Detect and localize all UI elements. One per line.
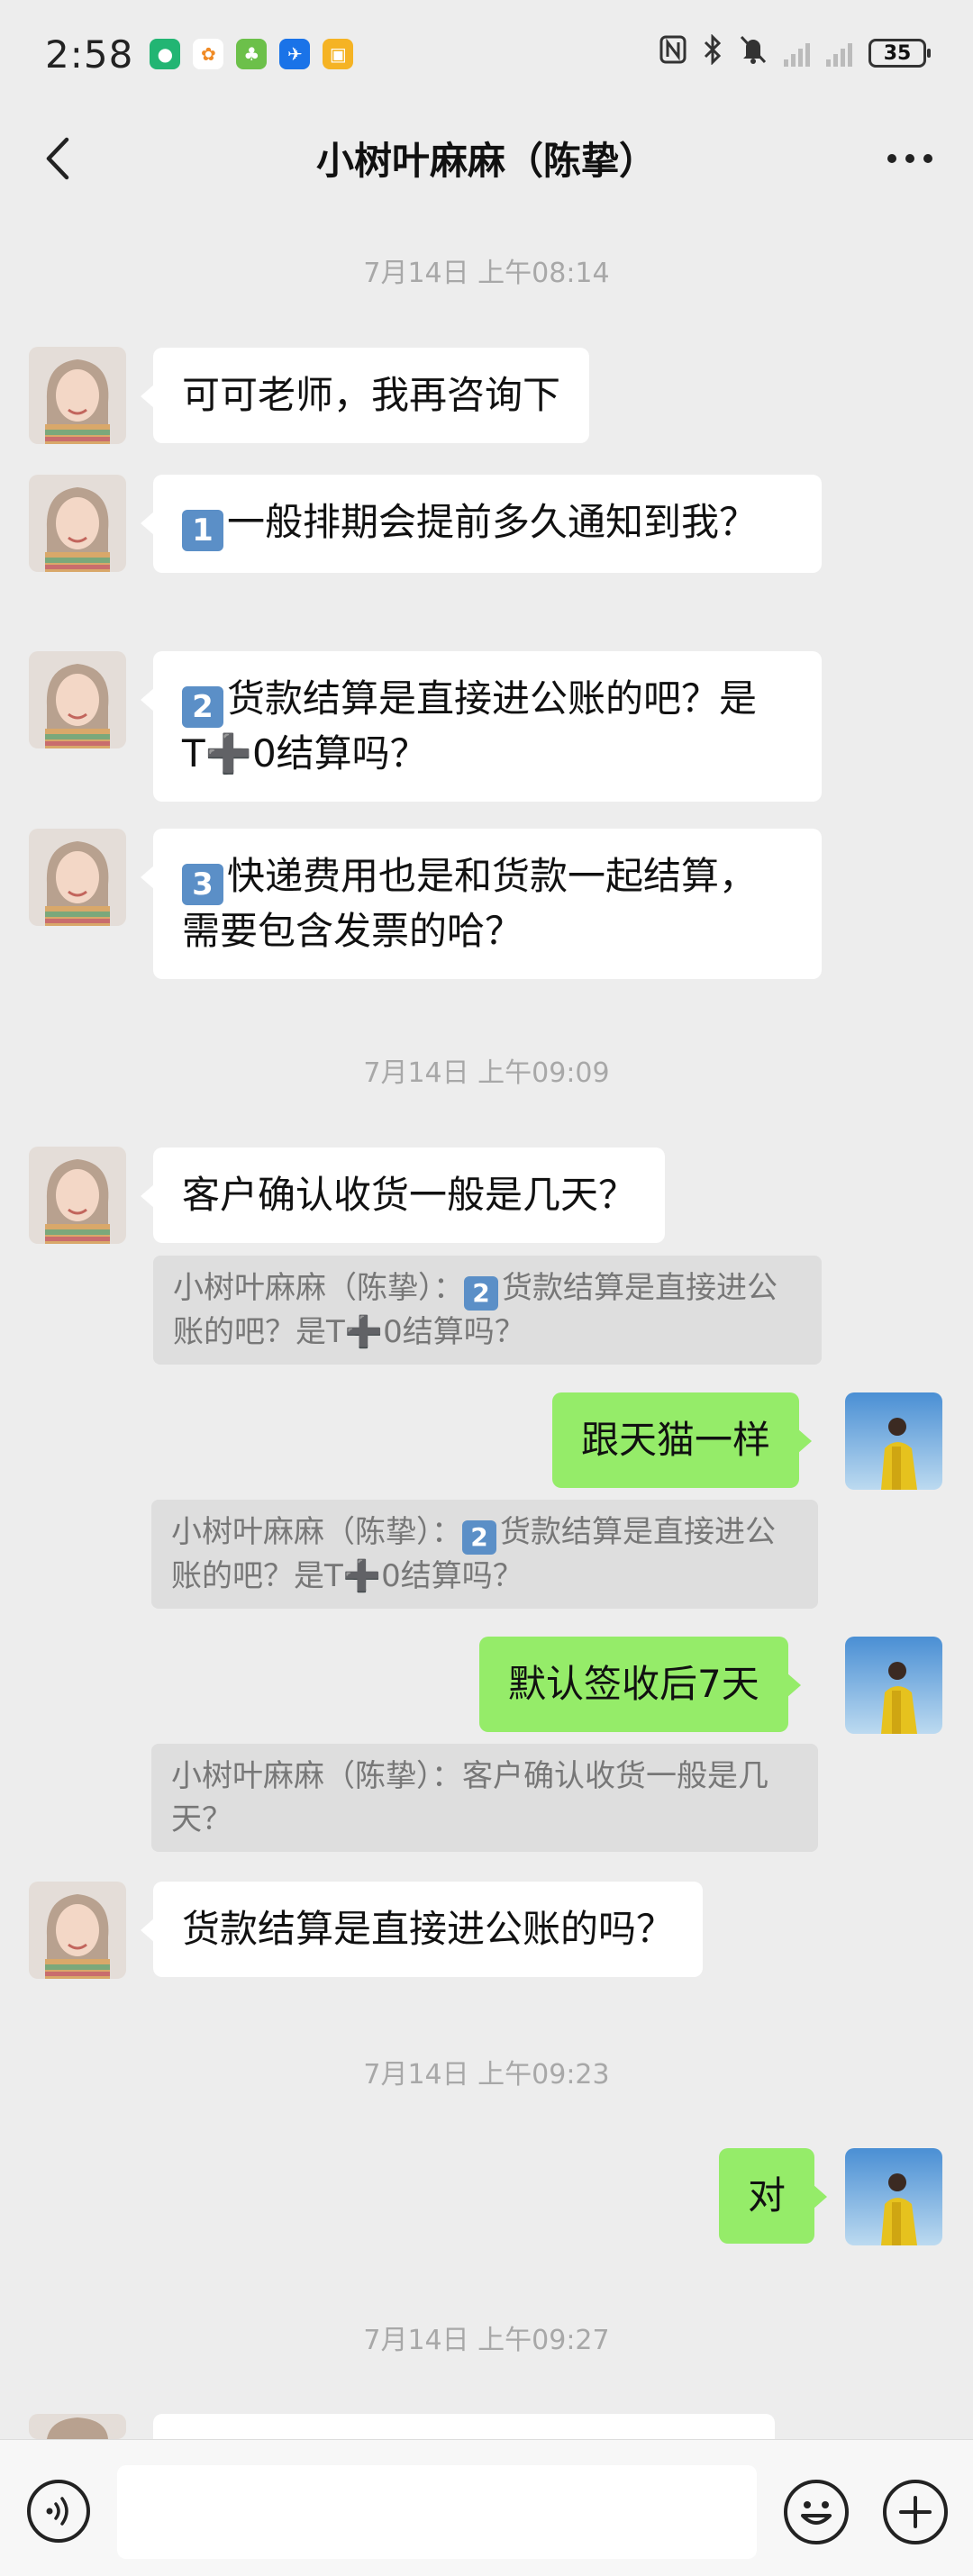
quote-sender: 小树叶麻麻（陈挚）： [171, 1514, 462, 1550]
quoted-message[interactable]: 小树叶麻麻（陈挚）： 2 货款结算是直接进公账的吧？是T➕0结算吗？ [153, 1256, 822, 1365]
system-status: 35 [659, 33, 931, 72]
message-timestamp: 7月14日 上午08:14 [363, 258, 610, 289]
my-avatar[interactable] [845, 1392, 942, 1490]
nfc-icon [659, 35, 687, 71]
quoted-message[interactable]: 小树叶麻麻（陈挚）： 2 货款结算是直接进公账的吧？是T➕0结算吗？ [151, 1500, 818, 1609]
back-button[interactable] [32, 133, 83, 184]
message-text: 货款结算是直接进公账的吗？ [182, 1907, 675, 1951]
chat-header: 小树叶麻麻（陈挚） [0, 108, 973, 207]
message-input[interactable] [117, 2465, 757, 2559]
avatar[interactable] [29, 475, 126, 572]
message-text: 对 [748, 2173, 787, 2218]
signal-icon-2 [826, 40, 852, 67]
message-text: 货款结算是直接进公账的吧？是T➕0结算吗？ [182, 676, 758, 776]
lifestyle-app-icon: ♣ [236, 39, 268, 69]
avatar[interactable] [29, 2414, 126, 2439]
emoji-icon [801, 2501, 832, 2525]
avatar[interactable] [29, 347, 126, 444]
avatar[interactable] [29, 1882, 126, 1979]
message-bubble[interactable]: 可可老师，我再咨询下 [140, 348, 590, 443]
status-time: 2:58 [45, 32, 134, 77]
chevron-left-icon [46, 137, 69, 180]
quote-sender: 小树叶麻麻（陈挚）： [173, 1270, 464, 1306]
message-bubble[interactable]: 3 快递费用也是和货款一起结算，需要包含发票的哈？ [141, 829, 822, 979]
my-avatar[interactable] [845, 1637, 942, 1734]
more-features-button[interactable] [883, 2480, 948, 2544]
message-bubble[interactable]: 1 一般排期会提前多久通知到我？ [141, 475, 822, 573]
number-badge: 2 [462, 1520, 496, 1555]
number-badge: 1 [182, 510, 223, 551]
bluetooth-icon [703, 33, 723, 72]
chat-title: 小树叶麻麻（陈挚） [315, 138, 657, 183]
voice-input-button[interactable] [27, 2480, 90, 2543]
my-avatar[interactable] [845, 2148, 942, 2245]
message-text: 默认签收后7天 [508, 1662, 759, 1706]
number-badge: 3 [182, 864, 223, 905]
avatar[interactable] [29, 829, 126, 926]
message-bubble[interactable]: 客户确认收货一般是几天？ [140, 1147, 666, 1243]
message-bubble-partial[interactable] [153, 2414, 775, 2439]
message-bubble[interactable]: 货款结算是直接进公账的吗？ [140, 1882, 704, 1977]
message-text: 一般排期会提前多久通知到我？ [227, 500, 758, 544]
message-timestamp: 7月14日 上午09:09 [363, 1057, 610, 1089]
message-timestamp: 7月14日 上午09:27 [363, 2325, 610, 2356]
number-badge: 2 [464, 1276, 498, 1311]
emoji-button[interactable] [784, 2480, 849, 2544]
more-dots-icon [887, 154, 932, 163]
message-text: 快递费用也是和货款一起结算，需要包含发票的哈？ [182, 854, 758, 953]
status-bar: 2:58 ● ✿ ♣ ✈ ▣ 35 [0, 0, 973, 108]
avatar[interactable] [29, 1147, 126, 1244]
message-bubble[interactable]: 跟天猫一样 [552, 1392, 813, 1488]
signal-icon [784, 40, 810, 67]
wallet-app-icon: ▣ [323, 39, 354, 69]
message-bubble[interactable]: 2 货款结算是直接进公账的吧？是T➕0结算吗？ [141, 651, 822, 802]
plus-icon [899, 2496, 932, 2528]
quoted-message[interactable]: 小树叶麻麻（陈挚）：客户确认收货一般是几天？ [151, 1744, 818, 1852]
input-bar [0, 2439, 973, 2576]
more-options-button[interactable] [881, 141, 939, 177]
message-timestamp: 7月14日 上午09:23 [363, 2059, 610, 2091]
mute-bell-icon [739, 34, 768, 72]
flight-app-icon: ✈ [279, 39, 311, 69]
quote-sender: 小树叶麻麻（陈挚）： [171, 1758, 462, 1794]
message-bubble[interactable]: 对 [719, 2148, 828, 2244]
message-text: 跟天猫一样 [581, 1418, 771, 1462]
battery-icon: 35 [868, 39, 931, 68]
taobao-app-icon: ✿ [193, 39, 224, 69]
avatar[interactable] [29, 651, 126, 748]
number-badge: 2 [182, 686, 223, 728]
message-text: 客户确认收货一般是几天？ [182, 1173, 637, 1217]
voice-icon [46, 2497, 68, 2526]
message-bubble[interactable]: 默认签收后7天 [479, 1637, 801, 1732]
maps-app-icon: ● [150, 39, 181, 69]
message-text: 可可老师，我再咨询下 [182, 373, 561, 417]
